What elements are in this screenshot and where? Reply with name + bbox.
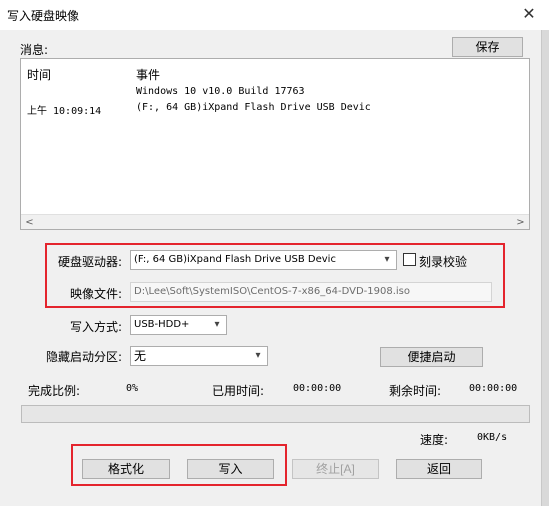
title-bar — [0, 0, 549, 30]
format-button[interactable]: 格式化 — [82, 459, 170, 479]
back-button[interactable]: 返回 — [396, 459, 482, 479]
row-event: (F:, 64 GB)iXpand Flash Drive USB Devic — [136, 102, 371, 113]
scroll-left-icon[interactable]: < — [21, 215, 38, 230]
chevron-down-icon: ▾ — [255, 350, 261, 361]
remaining-label: 剩余时间: — [389, 384, 442, 398]
hide-partition-select[interactable]: 无 ▾ — [130, 346, 268, 366]
speed-value: 0KB/s — [477, 432, 508, 443]
hide-partition-value: 无 — [134, 349, 147, 363]
horizontal-scrollbar[interactable]: < > — [21, 214, 529, 229]
column-header-event: 事件 — [136, 68, 161, 82]
scroll-right-icon[interactable]: > — [512, 215, 529, 230]
drive-label: 硬盘驱动器: — [58, 255, 123, 269]
row-time: 上午 10:09:14 — [27, 106, 102, 117]
messages-label: 消息: — [20, 43, 49, 57]
table-row: Windows 10 v10.0 Build 17763 — [21, 85, 529, 101]
verify-checkbox[interactable] — [403, 253, 416, 266]
column-header-time: 时间 — [27, 68, 52, 82]
progress-bar — [21, 405, 530, 423]
percent-value: 0% — [126, 383, 139, 394]
close-icon: ✕ — [522, 4, 536, 23]
row-event: Windows 10 v10.0 Build 17763 — [136, 86, 305, 97]
window-title: 写入硬盘映像 — [7, 9, 80, 23]
close-button[interactable]: ✕ — [512, 2, 546, 26]
chevron-down-icon: ▾ — [384, 254, 390, 265]
write-button[interactable]: 写入 — [187, 459, 274, 479]
verify-label[interactable]: 刻录校验 — [419, 253, 467, 270]
image-file-field[interactable]: D:\Lee\Soft\SystemISO\CentOS-7-x86_64-DV… — [130, 282, 492, 302]
remaining-value: 00:00:00 — [469, 383, 518, 394]
table-row: 上午 10:09:14 (F:, 64 GB)iXpand Flash Driv… — [21, 101, 529, 117]
chevron-down-icon: ▾ — [214, 319, 220, 330]
write-method-label: 写入方式: — [70, 320, 123, 334]
write-method-value: USB-HDD+ — [134, 319, 190, 330]
elapsed-label: 已用时间: — [212, 384, 265, 398]
save-button[interactable]: 保存 — [452, 37, 523, 57]
speed-label: 速度: — [420, 433, 449, 447]
drive-select[interactable]: (F:, 64 GB)iXpand Flash Drive USB Devic … — [130, 250, 397, 270]
quick-start-button[interactable]: 便捷启动 — [380, 347, 483, 367]
elapsed-value: 00:00:00 — [293, 383, 342, 394]
stop-button[interactable]: 终止[A] — [292, 459, 379, 479]
write-method-select[interactable]: USB-HDD+ ▾ — [130, 315, 227, 335]
message-log[interactable]: 时间 事件 Windows 10 v10.0 Build 17763 上午 10… — [20, 58, 530, 230]
image-file-label: 映像文件: — [70, 287, 123, 301]
percent-label: 完成比例: — [28, 384, 81, 398]
background-window-edge — [541, 30, 549, 506]
hide-partition-label: 隐藏启动分区: — [46, 350, 123, 364]
drive-select-value: (F:, 64 GB)iXpand Flash Drive USB Devic — [134, 254, 336, 265]
